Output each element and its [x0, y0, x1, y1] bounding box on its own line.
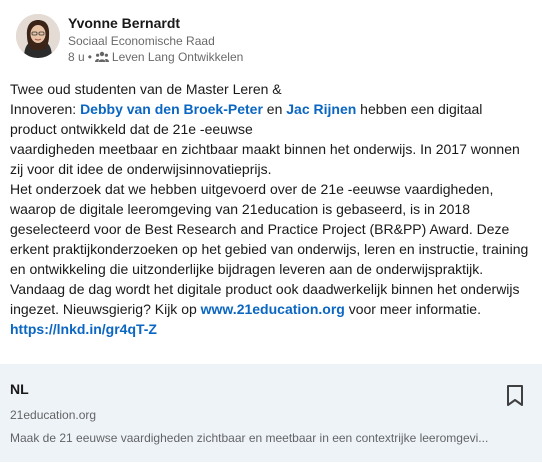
short-link[interactable]: https://lnkd.in/gr4qT-Z: [10, 321, 157, 337]
website-link[interactable]: www.21education.org: [201, 301, 345, 317]
mention-jac[interactable]: Jac Rijnen: [286, 101, 356, 117]
post-time: 8 u: [68, 50, 85, 64]
link-card-description: Maak de 21 eeuwse vaardigheden zichtbaar…: [10, 431, 489, 445]
group-icon: [94, 51, 109, 62]
meta-separator: •: [87, 50, 92, 64]
post-paragraph-3: Het onderzoek dat we hebben uitgevoerd o…: [10, 181, 529, 277]
link-preview-card[interactable]: NL 21education.org Maak de 21 eeuwse vaa…: [0, 364, 542, 462]
author-avatar[interactable]: [16, 14, 60, 58]
author-headline: Sociaal Economische Raad: [68, 34, 215, 48]
mention-debby[interactable]: Debby van den Broek-Peter: [80, 101, 263, 117]
author-name[interactable]: Yvonne Bernardt: [68, 15, 180, 31]
post-text-segment: Innoveren:: [10, 101, 81, 117]
group-link[interactable]: Leven Lang Ontwikkelen: [112, 50, 243, 64]
post-text-segment: en: [262, 101, 287, 117]
post-line-1: Twee oud studenten van de Master Leren &: [10, 81, 282, 97]
post-text-segment: voor meer informatie.: [344, 301, 481, 317]
post-footer-region: [0, 462, 542, 474]
post-paragraph-2: vaardigheden meetbaar en zichtbaar maakt…: [10, 141, 520, 177]
post-paragraph-5: https://lnkd.in/gr4qT-Z: [10, 319, 530, 339]
avatar-photo: [16, 14, 60, 58]
bookmark-icon[interactable]: [505, 384, 525, 408]
post-meta: 8 u • Leven Lang Ontwikkelen: [68, 50, 243, 64]
post-paragraph-1: Innoveren: Debby van den Broek-Peter en …: [10, 99, 530, 139]
post-body: Twee oud studenten van de Master Leren &…: [10, 79, 530, 339]
link-card-domain: 21education.org: [10, 408, 97, 422]
post-paragraph-4: Vandaag de dag wordt het digitale produc…: [10, 279, 530, 319]
link-card-title[interactable]: NL: [10, 381, 29, 397]
